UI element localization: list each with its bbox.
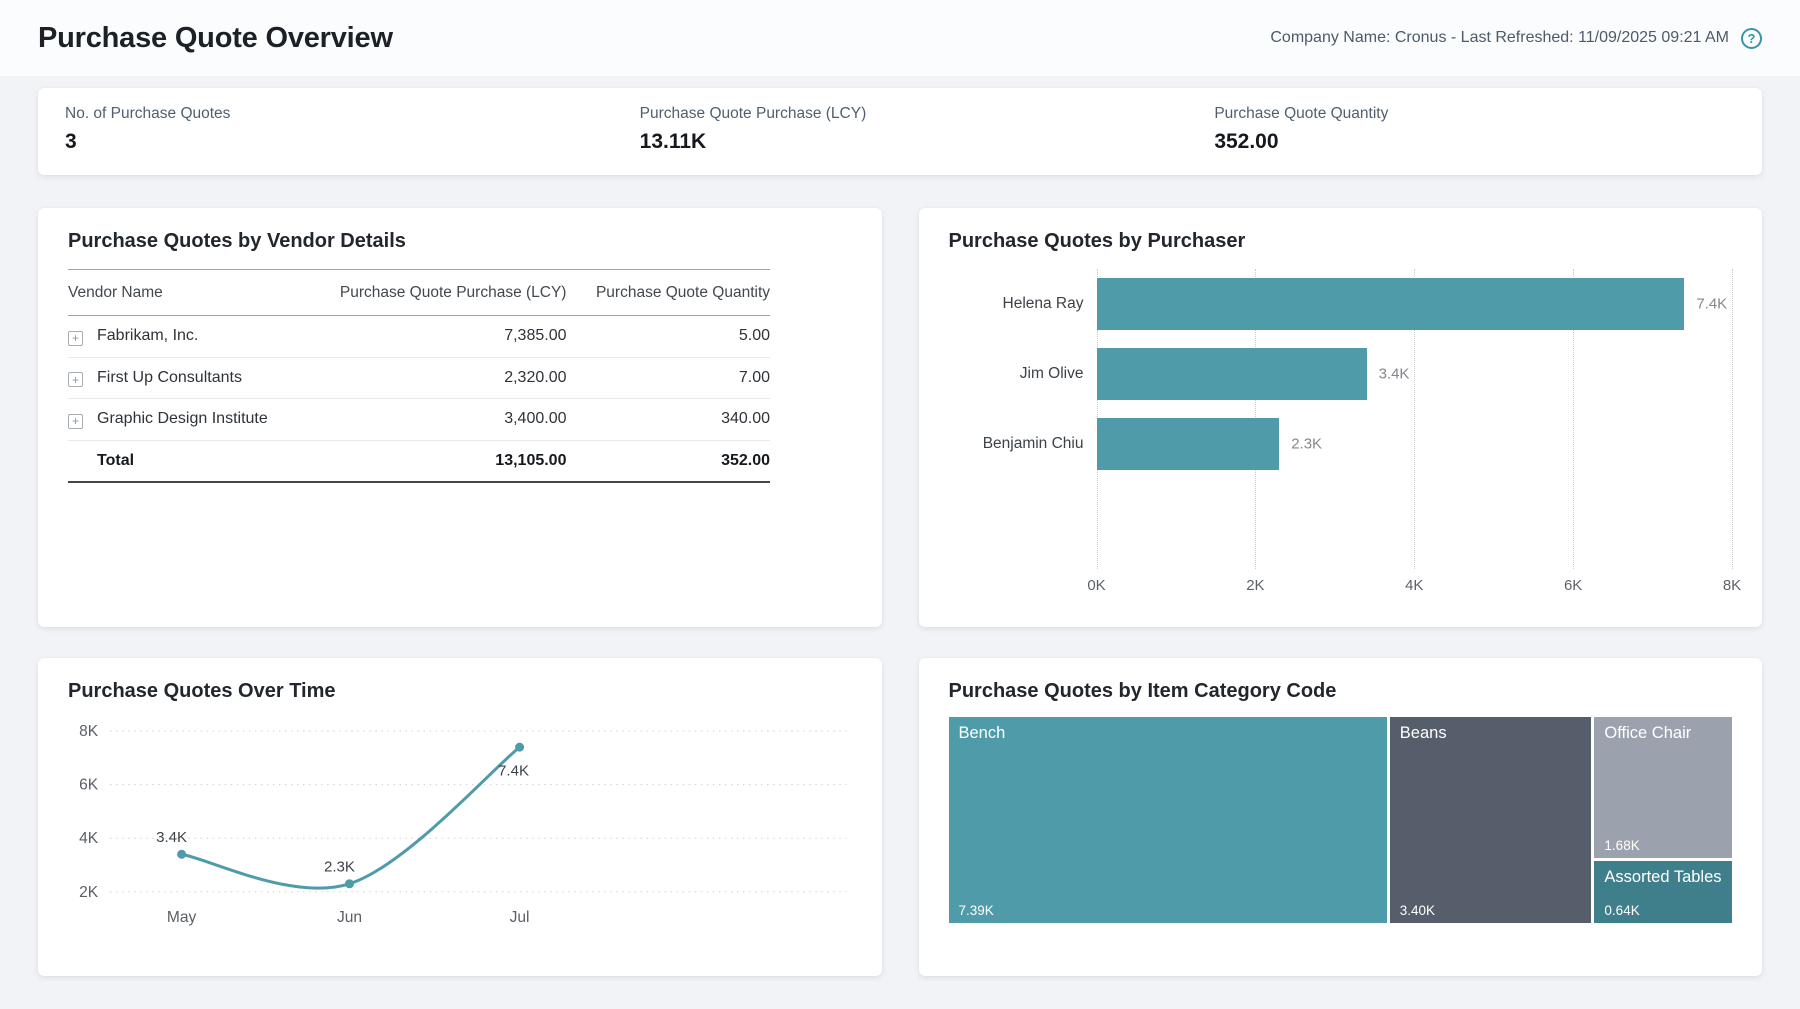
total-purchase: 13,105.00 bbox=[302, 440, 567, 482]
kpi-label: Purchase Quote Purchase (LCY) bbox=[640, 105, 1188, 123]
x-tick-label: 2K bbox=[1246, 577, 1264, 594]
total-label: Total bbox=[68, 440, 302, 482]
x-tick-label: 4K bbox=[1405, 577, 1423, 594]
treemap-title: Purchase Quotes by Item Category Code bbox=[949, 680, 1733, 703]
expand-plus-icon[interactable]: + bbox=[68, 372, 83, 387]
point-value-label: 2.3K bbox=[324, 859, 355, 876]
bar-value-label: 7.4K bbox=[1696, 296, 1727, 313]
tile-label: Beans bbox=[1400, 724, 1582, 743]
expand-plus-icon[interactable]: + bbox=[68, 414, 83, 429]
purchaser-bar-chart: Helena RayJim OliveBenjamin Chiu 7.4K 3.4… bbox=[949, 269, 1733, 601]
kpi-value: 352.00 bbox=[1214, 130, 1762, 154]
tile-label: Office Chair bbox=[1604, 724, 1722, 743]
page-header: Purchase Quote Overview Company Name: Cr… bbox=[0, 0, 1800, 76]
bar-jim-olive[interactable] bbox=[1097, 348, 1367, 400]
treemap-tile-beans[interactable]: Beans 3.40K bbox=[1390, 717, 1592, 923]
kpi-purchase-quote-quantity: Purchase Quote Quantity 352.00 bbox=[1187, 105, 1762, 154]
data-point-may[interactable] bbox=[177, 850, 186, 859]
treemap-column: Beans 3.40K bbox=[1390, 717, 1592, 923]
vendor-name: Graphic Design Institute bbox=[97, 410, 268, 427]
tile-value-label: 1.68K bbox=[1604, 838, 1639, 853]
item-category-treemap-card: Purchase Quotes by Item Category Code Be… bbox=[919, 658, 1763, 976]
col-quantity: Purchase Quote Quantity bbox=[566, 270, 770, 316]
bar-benjamin-chiu[interactable] bbox=[1097, 418, 1280, 470]
quantity-value: 340.00 bbox=[566, 399, 770, 441]
bar-helena-ray[interactable] bbox=[1097, 278, 1685, 330]
table-header-row: Vendor Name Purchase Quote Purchase (LCY… bbox=[68, 270, 770, 316]
x-tick-label: Jul bbox=[510, 909, 530, 926]
point-value-label: 3.4K bbox=[156, 829, 187, 846]
help-icon[interactable]: ? bbox=[1741, 28, 1762, 49]
treemap-tile-bench[interactable]: Bench 7.39K bbox=[949, 717, 1387, 923]
treemap-column: Bench 7.39K bbox=[949, 717, 1387, 923]
kpi-label: No. of Purchase Quotes bbox=[65, 105, 613, 123]
y-tick-label: 8K bbox=[79, 723, 99, 740]
vendor-table-title: Purchase Quotes by Vendor Details bbox=[68, 230, 852, 253]
table-total-row: Total 13,105.00 352.00 bbox=[68, 440, 770, 482]
bar-x-axis: 0K2K4K6K8K bbox=[1097, 577, 1733, 601]
kpi-strip: No. of Purchase Quotes 3 Purchase Quote … bbox=[38, 88, 1762, 175]
over-time-line-chart: 8K 6K 4K 2K May Jun Jul 3.4K 2.3K 7.4K bbox=[68, 713, 852, 936]
treemap-column: Office Chair 1.68K Assorted Tables 0.64K bbox=[1594, 717, 1732, 923]
x-tick-label: 8K bbox=[1723, 577, 1741, 594]
line-chart-svg: 8K 6K 4K 2K May Jun Jul 3.4K 2.3K 7.4K bbox=[68, 713, 852, 936]
table-row[interactable]: + First Up Consultants 2,320.00 7.00 bbox=[68, 357, 770, 399]
tile-label: Bench bbox=[959, 724, 1377, 743]
kpi-value: 3 bbox=[65, 130, 613, 154]
vendor-name: First Up Consultants bbox=[97, 369, 242, 386]
bar-plot-area: 7.4K 3.4K 2.3K bbox=[1097, 269, 1733, 569]
col-purchase-lcy: Purchase Quote Purchase (LCY) bbox=[302, 270, 567, 316]
company-refresh-meta: Company Name: Cronus - Last Refreshed: 1… bbox=[1270, 29, 1729, 47]
tile-value-label: 3.40K bbox=[1400, 903, 1435, 918]
item-category-treemap: Bench 7.39K Beans 3.40K Office Chair 1.68K Ass… bbox=[949, 717, 1733, 923]
kpi-label: Purchase Quote Quantity bbox=[1214, 105, 1762, 123]
gridline bbox=[1732, 269, 1733, 569]
expand-plus-icon[interactable]: + bbox=[68, 331, 83, 346]
x-tick-label: 6K bbox=[1564, 577, 1582, 594]
total-quantity: 352.00 bbox=[566, 440, 770, 482]
table-row[interactable]: + Graphic Design Institute 3,400.00 340.0… bbox=[68, 399, 770, 441]
tile-value-label: 7.39K bbox=[959, 903, 994, 918]
x-tick-label: Jun bbox=[337, 909, 362, 926]
vendor-table: Vendor Name Purchase Quote Purchase (LCY… bbox=[68, 269, 770, 483]
kpi-purchase-quote-purchase-lcy: Purchase Quote Purchase (LCY) 13.11K bbox=[613, 105, 1188, 154]
tile-label: Assorted Tables bbox=[1604, 868, 1722, 887]
kpi-no-of-purchase-quotes: No. of Purchase Quotes 3 bbox=[38, 105, 613, 154]
bar-value-label: 2.3K bbox=[1291, 436, 1322, 453]
bar-category-label: Benjamin Chiu bbox=[949, 409, 1097, 479]
y-tick-label: 4K bbox=[79, 830, 99, 847]
over-time-chart-title: Purchase Quotes Over Time bbox=[68, 680, 852, 703]
table-row[interactable]: + Fabrikam, Inc. 7,385.00 5.00 bbox=[68, 316, 770, 358]
over-time-chart-card: Purchase Quotes Over Time 8K 6K 4K 2K May Jun… bbox=[38, 658, 882, 976]
point-value-label: 7.4K bbox=[498, 762, 529, 779]
purchase-value: 2,320.00 bbox=[302, 357, 567, 399]
y-tick-label: 2K bbox=[79, 884, 99, 901]
purchase-value: 7,385.00 bbox=[302, 316, 567, 358]
kpi-value: 13.11K bbox=[640, 130, 1188, 154]
dashboard-body: No. of Purchase Quotes 3 Purchase Quote … bbox=[0, 76, 1800, 976]
x-tick-label: May bbox=[167, 909, 197, 926]
quantity-value: 5.00 bbox=[566, 316, 770, 358]
quantity-value: 7.00 bbox=[566, 357, 770, 399]
purchaser-chart-card: Purchase Quotes by Purchaser Helena RayJ… bbox=[919, 208, 1763, 627]
x-tick-label: 0K bbox=[1087, 577, 1105, 594]
bar-value-label: 3.4K bbox=[1379, 366, 1410, 383]
data-point-jun[interactable] bbox=[345, 879, 354, 888]
vendor-details-card: Purchase Quotes by Vendor Details Vendor… bbox=[38, 208, 882, 627]
vendor-name: Fabrikam, Inc. bbox=[97, 327, 198, 344]
bar-category-label: Helena Ray bbox=[949, 269, 1097, 339]
y-tick-label: 6K bbox=[79, 777, 99, 794]
bar-category-label: Jim Olive bbox=[949, 339, 1097, 409]
treemap-tile-assorted-tables[interactable]: Assorted Tables 0.64K bbox=[1594, 861, 1732, 923]
page-title: Purchase Quote Overview bbox=[38, 22, 393, 55]
purchaser-chart-title: Purchase Quotes by Purchaser bbox=[949, 230, 1733, 253]
col-vendor-name: Vendor Name bbox=[68, 270, 302, 316]
treemap-tile-office-chair[interactable]: Office Chair 1.68K bbox=[1594, 717, 1732, 858]
data-point-jul[interactable] bbox=[515, 743, 524, 752]
tile-value-label: 0.64K bbox=[1604, 903, 1639, 918]
purchase-value: 3,400.00 bbox=[302, 399, 567, 441]
